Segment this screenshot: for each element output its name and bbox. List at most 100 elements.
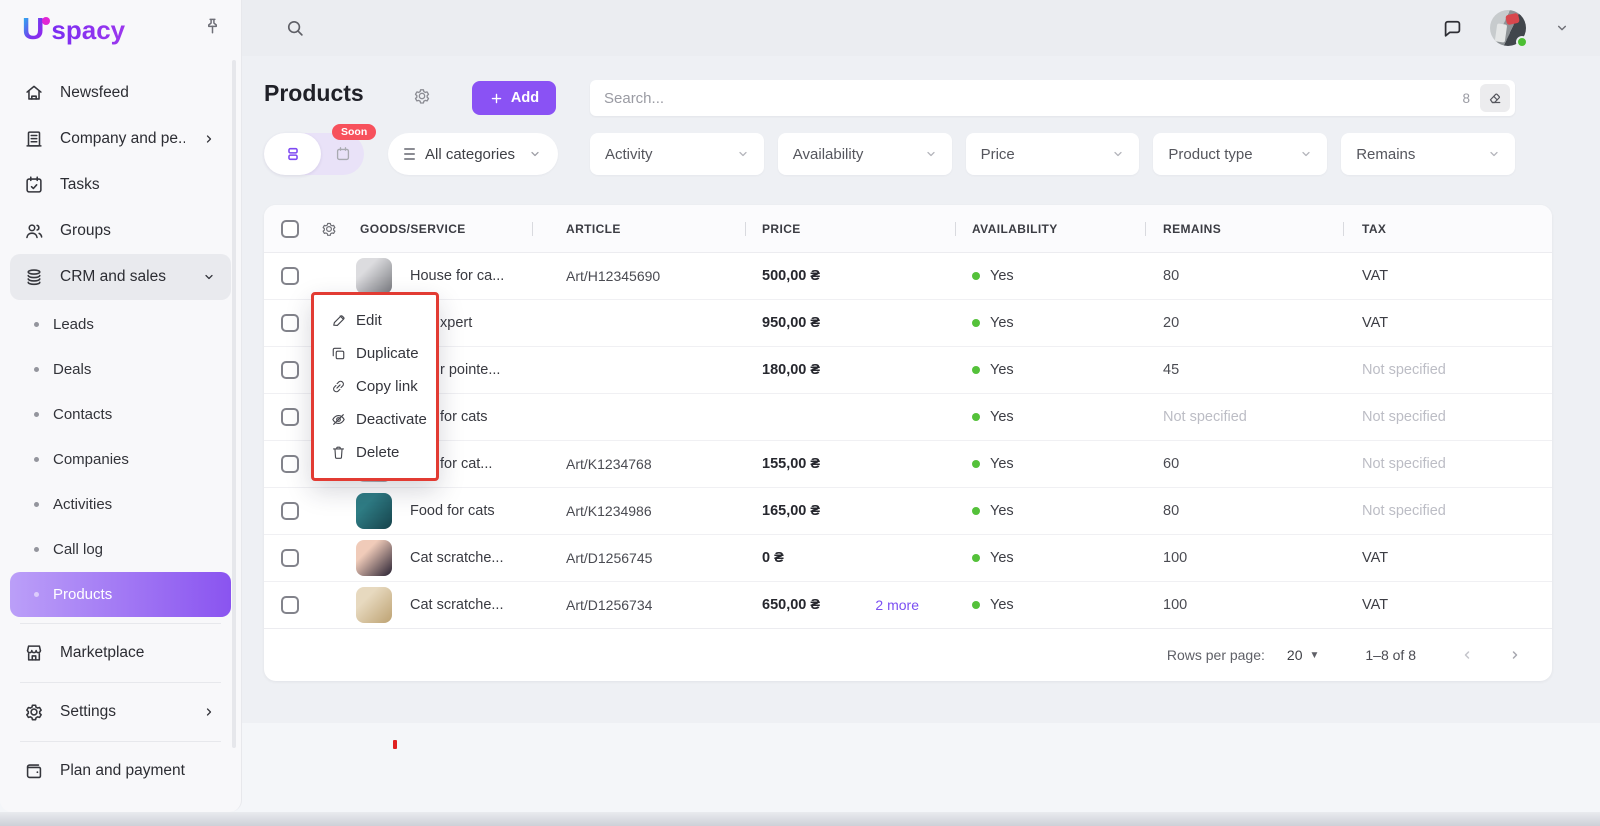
context-menu-copy-link[interactable]: Copy link (314, 370, 436, 403)
context-menu-label: Delete (356, 444, 400, 461)
sidebar-item-crm[interactable]: CRM and sales (10, 254, 231, 300)
sidebar-item-label: Tasks (60, 176, 100, 193)
list-view-toggle[interactable] (264, 133, 321, 175)
bullet-icon (34, 367, 39, 372)
filter-activity[interactable]: Activity (590, 133, 764, 175)
context-menu-duplicate[interactable]: Duplicate (314, 337, 436, 370)
page-settings-gear-icon[interactable] (412, 86, 432, 106)
availability-dot (972, 554, 980, 562)
column-header-price[interactable]: PRICE (745, 205, 955, 252)
user-avatar[interactable] (1490, 10, 1528, 48)
sidebar-item-call-log[interactable]: Call log (10, 527, 231, 572)
calendar-view-toggle[interactable] (321, 144, 364, 164)
sidebar-scrollbar[interactable] (232, 60, 236, 748)
caret-down-icon: ▼ (1309, 649, 1320, 661)
product-name[interactable]: Cat scratche... (410, 597, 503, 613)
sidebar-item-newsfeed[interactable]: Newsfeed (10, 70, 231, 116)
filter-product-type[interactable]: Product type (1153, 133, 1328, 175)
categories-dropdown[interactable]: All categories (388, 133, 558, 175)
sidebar-item-marketplace[interactable]: Marketplace (10, 630, 231, 676)
sidebar-item-leads[interactable]: Leads (10, 302, 231, 347)
filter-label: Remains (1356, 145, 1416, 163)
sidebar-item-deals[interactable]: Deals (10, 347, 231, 392)
product-price: 0 ₴ (762, 550, 784, 566)
sidebar-item-company[interactable]: Company and pe... (10, 116, 231, 162)
filter-price[interactable]: Price (965, 133, 1140, 175)
rows-per-page-select[interactable]: 20 ▼ (1287, 647, 1319, 663)
products-table-card: GOODS/SERVICE ARTICLE PRICE AVAILABILITY REM… (264, 205, 1552, 681)
row-checkbox[interactable] (281, 267, 299, 285)
table-row[interactable]: Cat scratche... Art/D1256745 0 ₴ Yes 100 VAT (264, 535, 1552, 582)
table-row[interactable]: Food for cats Art/K1234986 165,00 ₴ Yes 80 No… (264, 488, 1552, 535)
table-settings-gear-icon[interactable] (320, 220, 338, 238)
row-checkbox[interactable] (281, 596, 299, 614)
row-checkbox[interactable] (281, 408, 299, 426)
context-menu-delete[interactable]: Delete (314, 436, 436, 469)
product-name[interactable]: House for ca... (410, 268, 504, 284)
sidebar-item-products[interactable]: Products (10, 572, 231, 617)
table-row[interactable]: for cat... Art/K1234768 155,00 ₴ Yes 60 Not s… (264, 441, 1552, 488)
remains-value: 45 (1163, 362, 1180, 378)
table-row[interactable]: r pointe... 180,00 ₴ Yes 45 Not specified (264, 347, 1552, 394)
sidebar-pin-button[interactable] (202, 16, 223, 37)
column-header-tax[interactable]: TAX (1343, 205, 1552, 252)
table-body: House for ca... Art/H12345690 500,00 ₴ Yes 8… (264, 253, 1552, 629)
account-menu-chevron[interactable] (1552, 18, 1572, 38)
divider (20, 623, 221, 624)
filter-remains[interactable]: Remains (1341, 133, 1515, 175)
previous-page-button[interactable] (1458, 646, 1476, 664)
product-name[interactable]: Food for cats (410, 503, 495, 519)
sidebar-item-companies[interactable]: Companies (10, 437, 231, 482)
row-checkbox[interactable] (281, 314, 299, 332)
chat-button[interactable] (1441, 17, 1464, 40)
product-name[interactable]: Cat scratche... (410, 550, 503, 566)
context-menu-edit[interactable]: Edit (314, 304, 436, 337)
chevron-down-icon (1485, 145, 1503, 163)
sidebar-item-tasks[interactable]: Tasks (10, 162, 231, 208)
product-name[interactable]: for cat... (440, 456, 492, 472)
sidebar-item-activities[interactable]: Activities (10, 482, 231, 527)
filter-availability[interactable]: Availability (777, 133, 952, 175)
calendar-icon (26, 176, 42, 193)
sidebar-item-groups[interactable]: Groups (10, 208, 231, 254)
availability-value: Yes (990, 456, 1014, 472)
search-input[interactable] (604, 89, 1463, 107)
context-menu-label: Duplicate (356, 345, 419, 362)
column-label: PRICE (762, 221, 801, 236)
column-header-remains[interactable]: REMAINS (1145, 205, 1343, 252)
availability-value: Yes (990, 503, 1014, 519)
row-checkbox[interactable] (281, 361, 299, 379)
sidebar-item-settings[interactable]: Settings (10, 689, 231, 735)
add-product-button[interactable]: Add (472, 81, 556, 115)
clear-search-button[interactable] (1480, 84, 1510, 112)
next-page-button[interactable] (1506, 646, 1524, 664)
sidebar-item-contacts[interactable]: Contacts (10, 392, 231, 437)
sidebar-subitem-label: Deals (53, 361, 92, 378)
store-icon (26, 645, 42, 661)
column-header-article[interactable]: ARTICLE (532, 205, 745, 252)
chev-right-icon (206, 708, 212, 716)
sidebar-item-plan[interactable]: Plan and payment (10, 748, 231, 794)
global-search-button[interactable] (284, 17, 306, 39)
table-row[interactable]: for cats Yes Not specified Not specified (264, 394, 1552, 441)
more-prices-link[interactable]: 2 more (875, 597, 919, 613)
table-row[interactable]: Cat scratche... Art/D1256734 650,00 ₴ 2 mor… (264, 582, 1552, 629)
product-name[interactable]: r pointe... (440, 362, 500, 378)
context-menu-deactivate[interactable]: Deactivate (314, 403, 436, 436)
column-label: GOODS/SERVICE (360, 221, 466, 236)
column-header-availability[interactable]: AVAILABILITY (955, 205, 1145, 252)
row-checkbox[interactable] (281, 455, 299, 473)
product-name[interactable]: for cats (440, 409, 488, 425)
table-row[interactable]: xpert 950,00 ₴ Yes 20 VAT (264, 300, 1552, 347)
chev-down-icon (531, 151, 539, 157)
product-thumbnail (356, 587, 392, 623)
chev-down-icon (739, 151, 747, 157)
row-checkbox[interactable] (281, 502, 299, 520)
product-name[interactable]: xpert (440, 315, 472, 331)
sidebar-subitem-label: Companies (53, 451, 129, 468)
product-article: Art/K1234768 (566, 456, 652, 472)
column-header-goods[interactable]: GOODS/SERVICE (320, 205, 532, 252)
table-row[interactable]: House for ca... Art/H12345690 500,00 ₴ Yes 8… (264, 253, 1552, 300)
row-checkbox[interactable] (281, 549, 299, 567)
select-all-checkbox[interactable] (281, 219, 299, 238)
